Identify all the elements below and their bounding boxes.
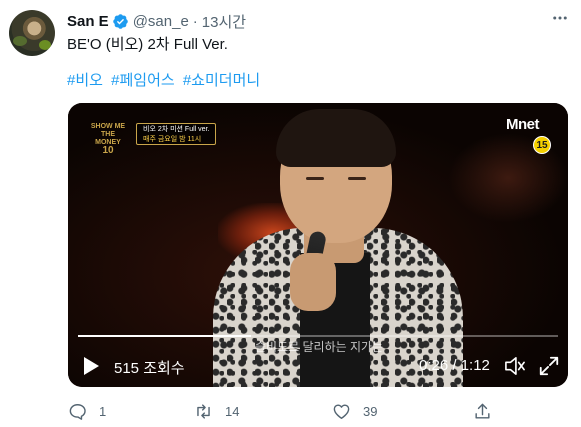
- tweet-text: BE'O (비오) 2차 Full Ver.: [67, 36, 228, 53]
- hashtag-link[interactable]: #비오: [67, 72, 103, 89]
- heart-icon: [333, 403, 350, 419]
- age-rating-badge: 15: [533, 136, 551, 154]
- show-logo: SHOW ME THE MONEY 10: [90, 123, 126, 156]
- author-handle[interactable]: @san_e: [133, 13, 189, 30]
- tweet-header: San E @san_e · 13시간: [67, 11, 246, 31]
- fullscreen-icon[interactable]: [538, 355, 560, 377]
- view-count: 515 조회수: [114, 360, 185, 377]
- mute-icon[interactable]: [504, 356, 526, 376]
- tweet[interactable]: San E @san_e · 13시간 BE'O (비오) 2차 Full Ve…: [0, 0, 581, 427]
- reply-icon: [69, 403, 86, 420]
- like-button[interactable]: 39: [332, 400, 377, 422]
- separator-dot: ·: [192, 12, 198, 30]
- retweet-button[interactable]: 14: [194, 400, 239, 422]
- share-button[interactable]: [473, 400, 504, 422]
- like-count: 39: [363, 403, 378, 419]
- reply-button[interactable]: 1: [68, 400, 106, 422]
- share-icon: [475, 403, 490, 419]
- hashtag-link[interactable]: #페임어스: [111, 72, 175, 89]
- retweet-icon: [197, 403, 210, 419]
- hashtag-list: #비오 #페임어스 #쇼미더머니: [67, 71, 264, 91]
- video-subtitle: 슬비도르 달리하는 지가는: [255, 340, 384, 354]
- hashtag-link[interactable]: #쇼미더머니: [183, 72, 260, 89]
- author-name[interactable]: San E: [67, 13, 109, 30]
- tweet-actions: 1 14 39: [68, 400, 568, 422]
- ellipsis-icon: [553, 16, 567, 20]
- video-progress-bar[interactable]: [78, 335, 558, 337]
- retweet-count: 14: [225, 403, 240, 419]
- avatar[interactable]: [9, 10, 55, 56]
- more-options-button[interactable]: [548, 6, 572, 30]
- video-time: 0:26 / 1:12: [419, 357, 490, 374]
- video-player[interactable]: SHOW ME THE MONEY 10 비오 2차 미션 Full ver. …: [68, 103, 568, 387]
- reply-count: 1: [99, 403, 107, 419]
- video-progress-fill: [78, 335, 251, 337]
- episode-banner: 비오 2차 미션 Full ver. 매주 금요일 밤 11시: [136, 123, 217, 145]
- channel-logo: Mnet: [506, 116, 540, 133]
- tweet-timestamp[interactable]: 13시간: [202, 11, 246, 32]
- verified-badge-icon: [112, 13, 128, 29]
- play-icon[interactable]: [82, 356, 100, 376]
